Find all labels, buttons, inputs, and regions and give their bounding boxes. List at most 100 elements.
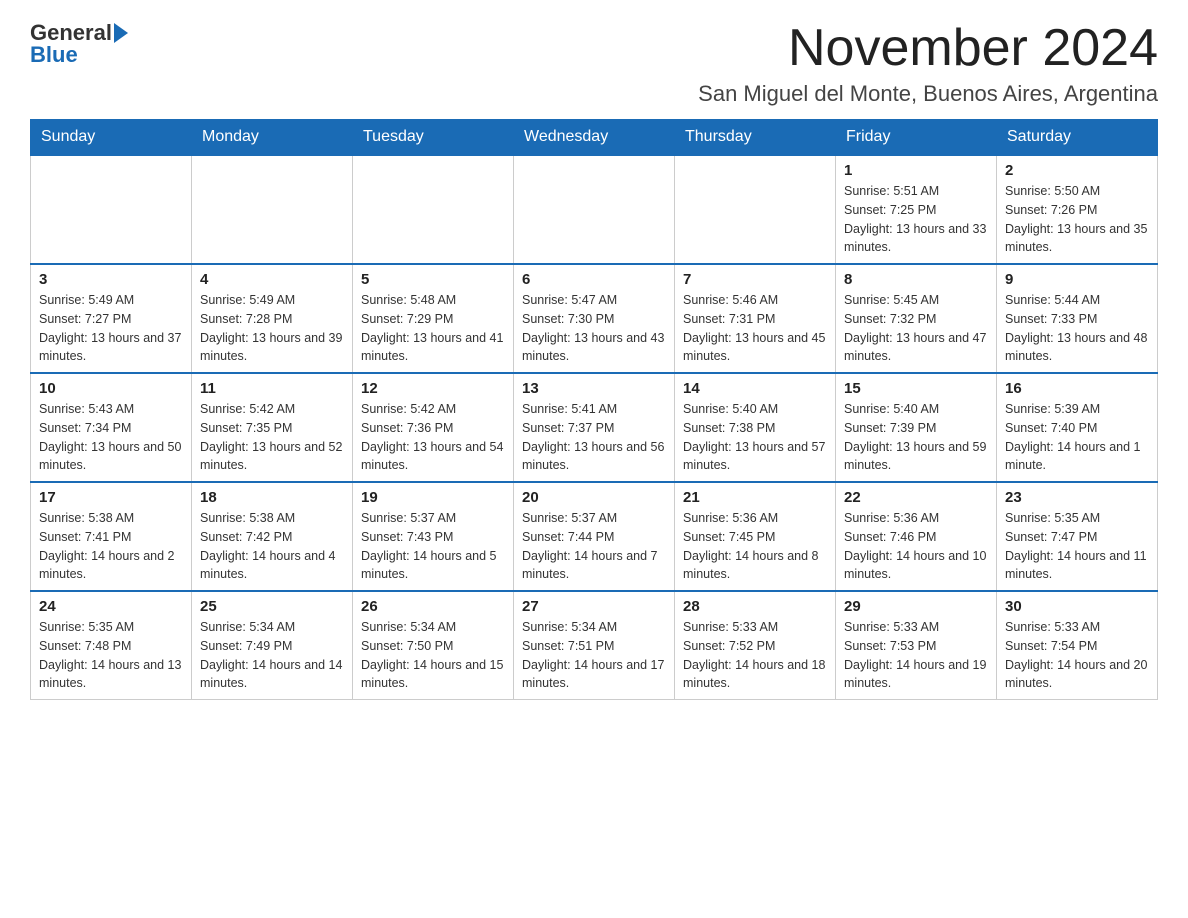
calendar-cell: 6 Sunrise: 5:47 AMSunset: 7:30 PMDaylight… [514,264,675,373]
day-info: Sunrise: 5:42 AMSunset: 7:36 PMDaylight:… [361,400,505,475]
calendar-cell: 14 Sunrise: 5:40 AMSunset: 7:38 PMDayligh… [675,373,836,482]
logo: General Blue [30,20,128,68]
day-number: 30 [1005,598,1149,615]
col-header-monday: Monday [192,120,353,156]
day-info: Sunrise: 5:38 AMSunset: 7:42 PMDaylight:… [200,509,344,584]
calendar-cell: 24 Sunrise: 5:35 AMSunset: 7:48 PMDayligh… [31,591,192,700]
day-number: 21 [683,489,827,506]
calendar-week-row: 10Sunrise: 5:43 AMSunset: 7:34 PMDayligh… [31,373,1158,482]
calendar-cell: 26 Sunrise: 5:34 AMSunset: 7:50 PMDayligh… [353,591,514,700]
day-info: Sunrise: 5:48 AMSunset: 7:29 PMDaylight:… [361,291,505,366]
day-number: 12 [361,380,505,397]
calendar-cell: 23 Sunrise: 5:35 AMSunset: 7:47 PMDayligh… [997,482,1158,591]
day-info: Sunrise: 5:49 AMSunset: 7:28 PMDaylight:… [200,291,344,366]
day-number: 16 [1005,380,1149,397]
day-number: 24 [39,598,183,615]
day-info: Sunrise: 5:35 AMSunset: 7:48 PMDaylight:… [39,618,183,693]
calendar-week-row: 3 Sunrise: 5:49 AMSunset: 7:27 PMDaylight… [31,264,1158,373]
day-number: 23 [1005,489,1149,506]
day-number: 14 [683,380,827,397]
day-number: 5 [361,271,505,288]
day-number: 9 [1005,271,1149,288]
day-number: 26 [361,598,505,615]
calendar-cell: 29 Sunrise: 5:33 AMSunset: 7:53 PMDayligh… [836,591,997,700]
day-info: Sunrise: 5:41 AMSunset: 7:37 PMDaylight:… [522,400,666,475]
day-info: Sunrise: 5:33 AMSunset: 7:54 PMDaylight:… [1005,618,1149,693]
calendar-cell: 28Sunrise: 5:33 AMSunset: 7:52 PMDayligh… [675,591,836,700]
calendar-week-row: 1 Sunrise: 5:51 AMSunset: 7:25 PMDaylight… [31,155,1158,264]
day-info: Sunrise: 5:49 AMSunset: 7:27 PMDaylight:… [39,291,183,366]
day-info: Sunrise: 5:37 AMSunset: 7:43 PMDaylight:… [361,509,505,584]
day-number: 2 [1005,162,1149,179]
calendar-cell: 11 Sunrise: 5:42 AMSunset: 7:35 PMDayligh… [192,373,353,482]
day-number: 17 [39,489,183,506]
day-info: Sunrise: 5:44 AMSunset: 7:33 PMDaylight:… [1005,291,1149,366]
calendar-cell: 30 Sunrise: 5:33 AMSunset: 7:54 PMDayligh… [997,591,1158,700]
subtitle: San Miguel del Monte, Buenos Aires, Arge… [698,81,1158,107]
day-number: 18 [200,489,344,506]
calendar-cell: 12 Sunrise: 5:42 AMSunset: 7:36 PMDayligh… [353,373,514,482]
calendar-table: SundayMondayTuesdayWednesdayThursdayFrid… [30,119,1158,700]
calendar-cell: 18 Sunrise: 5:38 AMSunset: 7:42 PMDayligh… [192,482,353,591]
col-header-saturday: Saturday [997,120,1158,156]
calendar-week-row: 24 Sunrise: 5:35 AMSunset: 7:48 PMDayligh… [31,591,1158,700]
calendar-week-row: 17Sunrise: 5:38 AMSunset: 7:41 PMDayligh… [31,482,1158,591]
day-info: Sunrise: 5:39 AMSunset: 7:40 PMDaylight:… [1005,400,1149,475]
day-info: Sunrise: 5:51 AMSunset: 7:25 PMDaylight:… [844,182,988,257]
day-number: 29 [844,598,988,615]
day-info: Sunrise: 5:47 AMSunset: 7:30 PMDaylight:… [522,291,666,366]
day-number: 6 [522,271,666,288]
day-info: Sunrise: 5:37 AMSunset: 7:44 PMDaylight:… [522,509,666,584]
day-info: Sunrise: 5:50 AMSunset: 7:26 PMDaylight:… [1005,182,1149,257]
col-header-wednesday: Wednesday [514,120,675,156]
col-header-sunday: Sunday [31,120,192,156]
calendar-cell: 2 Sunrise: 5:50 AMSunset: 7:26 PMDaylight… [997,155,1158,264]
calendar-cell: 16 Sunrise: 5:39 AMSunset: 7:40 PMDayligh… [997,373,1158,482]
day-info: Sunrise: 5:34 AMSunset: 7:51 PMDaylight:… [522,618,666,693]
day-number: 28 [683,598,827,615]
day-info: Sunrise: 5:34 AMSunset: 7:50 PMDaylight:… [361,618,505,693]
day-info: Sunrise: 5:35 AMSunset: 7:47 PMDaylight:… [1005,509,1149,584]
calendar-cell: 7 Sunrise: 5:46 AMSunset: 7:31 PMDaylight… [675,264,836,373]
day-info: Sunrise: 5:36 AMSunset: 7:45 PMDaylight:… [683,509,827,584]
day-info: Sunrise: 5:40 AMSunset: 7:38 PMDaylight:… [683,400,827,475]
calendar-cell [353,155,514,264]
day-number: 7 [683,271,827,288]
calendar-cell: 22 Sunrise: 5:36 AMSunset: 7:46 PMDayligh… [836,482,997,591]
day-number: 22 [844,489,988,506]
col-header-friday: Friday [836,120,997,156]
day-number: 15 [844,380,988,397]
calendar-cell [514,155,675,264]
day-number: 19 [361,489,505,506]
calendar-cell: 9 Sunrise: 5:44 AMSunset: 7:33 PMDaylight… [997,264,1158,373]
calendar-cell: 15 Sunrise: 5:40 AMSunset: 7:39 PMDayligh… [836,373,997,482]
day-number: 8 [844,271,988,288]
calendar-cell: 20Sunrise: 5:37 AMSunset: 7:44 PMDayligh… [514,482,675,591]
title-block: November 2024 San Miguel del Monte, Buen… [698,20,1158,107]
day-number: 1 [844,162,988,179]
calendar-cell: 1 Sunrise: 5:51 AMSunset: 7:25 PMDaylight… [836,155,997,264]
day-number: 3 [39,271,183,288]
calendar-cell [192,155,353,264]
day-info: Sunrise: 5:42 AMSunset: 7:35 PMDaylight:… [200,400,344,475]
day-info: Sunrise: 5:40 AMSunset: 7:39 PMDaylight:… [844,400,988,475]
logo-arrow-icon [114,23,128,43]
calendar-cell [31,155,192,264]
day-number: 25 [200,598,344,615]
calendar-cell: 10Sunrise: 5:43 AMSunset: 7:34 PMDayligh… [31,373,192,482]
logo-blue: Blue [30,42,78,68]
calendar-cell [675,155,836,264]
day-info: Sunrise: 5:45 AMSunset: 7:32 PMDaylight:… [844,291,988,366]
day-number: 4 [200,271,344,288]
main-title: November 2024 [698,20,1158,77]
day-info: Sunrise: 5:33 AMSunset: 7:53 PMDaylight:… [844,618,988,693]
day-number: 13 [522,380,666,397]
calendar-cell: 17Sunrise: 5:38 AMSunset: 7:41 PMDayligh… [31,482,192,591]
day-number: 11 [200,380,344,397]
col-header-thursday: Thursday [675,120,836,156]
page-header: General Blue November 2024 San Miguel de… [30,20,1158,107]
calendar-header-row: SundayMondayTuesdayWednesdayThursdayFrid… [31,120,1158,156]
day-info: Sunrise: 5:46 AMSunset: 7:31 PMDaylight:… [683,291,827,366]
calendar-cell: 21 Sunrise: 5:36 AMSunset: 7:45 PMDayligh… [675,482,836,591]
day-info: Sunrise: 5:36 AMSunset: 7:46 PMDaylight:… [844,509,988,584]
